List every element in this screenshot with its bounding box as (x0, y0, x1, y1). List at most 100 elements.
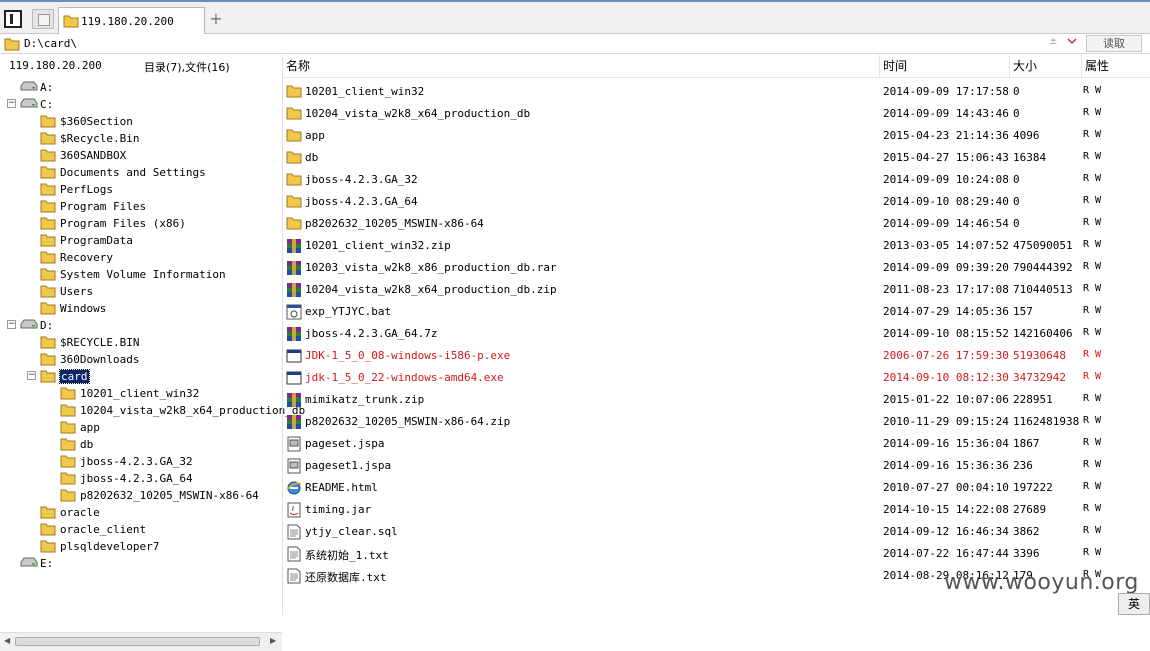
file-row[interactable]: ytjy_clear.sql 2014-09-12 16:46:34 3862 R W (283, 520, 1150, 542)
tree-item-label: $Recycle.Bin (60, 132, 140, 145)
folder-icon (60, 420, 76, 437)
tree-folder-item[interactable]: Windows (0, 300, 282, 317)
tree-drive-item[interactable]: A: (0, 79, 282, 96)
read-button[interactable]: 读取 (1086, 35, 1142, 52)
file-time: 2013-03-05 14:07:52 (883, 239, 1009, 252)
tree-folder-item[interactable]: oracle (0, 504, 282, 521)
scroll-left-icon[interactable]: ◀ (4, 636, 10, 645)
horizontal-scrollbar[interactable]: ◀ ▶ (0, 632, 282, 651)
tree-folder-item[interactable]: System Volume Information (0, 266, 282, 283)
drive-icon (20, 97, 38, 112)
tree-drive-item[interactable]: − D: (0, 317, 282, 334)
column-header-size[interactable]: 大小 (1010, 55, 1082, 77)
path-input[interactable]: D:\card\ (24, 37, 77, 50)
path-options[interactable]: ± (1047, 36, 1083, 51)
file-name: 还原数据库.txt (305, 571, 387, 584)
file-row[interactable]: pageset.jspa 2014-09-16 15:36:04 1867 R W (283, 432, 1150, 454)
scroll-right-icon[interactable]: ▶ (270, 636, 276, 645)
tree-folder-item[interactable]: $360Section (0, 113, 282, 130)
tree-folder-item[interactable]: Program Files (0, 198, 282, 215)
file-row[interactable]: JDK-1_5_0_08-windows-i586-p.exe 2006-07-2… (283, 344, 1150, 366)
tree-drive-item[interactable]: − C: (0, 96, 282, 113)
tree-folder-item[interactable]: Users (0, 283, 282, 300)
batch-file-icon (286, 304, 302, 323)
folder-icon (60, 437, 76, 454)
tree-folder-item[interactable]: − card (0, 368, 282, 385)
tree-expander-icon[interactable]: − (7, 320, 16, 329)
file-row[interactable]: 10204_vista_w2k8_x64_production_db 2014-0… (283, 102, 1150, 124)
tree-expander-icon[interactable] (7, 558, 16, 567)
file-size: 142160406 (1013, 327, 1073, 340)
scroll-thumb[interactable] (15, 637, 260, 646)
file-row[interactable]: jboss-4.2.3.GA_32 2014-09-09 10:24:08 0 R W (283, 168, 1150, 190)
column-header-time[interactable]: 时间 (880, 55, 1010, 77)
tree-folder-item[interactable]: 10204_vista_w2k8_x64_production_db (0, 402, 305, 419)
path-bar: D:\card\ ± 读取 (0, 34, 1150, 54)
file-row[interactable]: timing.jar 2014-10-15 14:22:08 27689 R W (283, 498, 1150, 520)
file-row[interactable]: 10204_vista_w2k8_x64_production_db.zip 20… (283, 278, 1150, 300)
file-row[interactable]: 10201_client_win32.zip 2013-03-05 14:07:5… (283, 234, 1150, 256)
file-row[interactable]: jdk-1_5_0_22-windows-amd64.exe 2014-09-10… (283, 366, 1150, 388)
file-row[interactable]: README.html 2010-07-27 00:04:10 197222 R W (283, 476, 1150, 498)
chevron-down-icon[interactable] (1067, 36, 1077, 46)
column-header-name[interactable]: 名称 (283, 55, 880, 77)
file-row[interactable]: pageset1.jspa 2014-09-16 15:36:36 236 R W (283, 454, 1150, 476)
file-row[interactable]: jboss-4.2.3.GA_64.7z 2014-09-10 08:15:52 1… (283, 322, 1150, 344)
file-row[interactable]: mimikatz_trunk.zip 2015-01-22 10:07:06 228… (283, 388, 1150, 410)
file-size: 228951 (1013, 393, 1053, 406)
file-row[interactable]: 10203_vista_w2k8_x86_production_db.rar 20… (283, 256, 1150, 278)
tree-folder-item[interactable]: 360Downloads (0, 351, 282, 368)
file-name: jboss-4.2.3.GA_64.7z (305, 327, 438, 340)
tree-folder-item[interactable]: jboss-4.2.3.GA_64 (0, 470, 282, 487)
tree-expander-icon[interactable]: − (27, 371, 36, 380)
tree-folder-item[interactable]: 360SANDBOX (0, 147, 282, 164)
tree-folder-item[interactable]: $Recycle.Bin (0, 130, 282, 147)
directory-tree-pane: 119.180.20.200 目录(7),文件(16) A: − C: $360Sec… (0, 55, 305, 651)
add-tab-button[interactable]: + (208, 9, 224, 28)
panel-toggle-icon[interactable] (4, 10, 22, 28)
file-size: 1162481938 (1013, 415, 1080, 428)
file-row[interactable]: jboss-4.2.3.GA_64 2014-09-10 08:29:40 0 R W (283, 190, 1150, 212)
tree-folder-item[interactable]: 10201_client_win32 (0, 385, 282, 402)
tree-folder-item[interactable]: Documents and Settings (0, 164, 282, 181)
plus-minus-icon[interactable]: ± (1049, 36, 1057, 47)
file-time: 2014-09-10 08:15:52 (883, 327, 1009, 340)
file-row[interactable]: db 2015-04-27 15:06:43 16384 R W (283, 146, 1150, 168)
tree-folder-item[interactable]: Program Files (x86) (0, 215, 282, 232)
column-header-attributes[interactable]: 属性 (1082, 55, 1150, 77)
tree-folder-item[interactable]: Recovery (0, 249, 282, 266)
host-label: 119.180.20.200 (9, 59, 102, 72)
tree-folder-item[interactable]: ProgramData (0, 232, 282, 249)
ime-indicator[interactable]: 英 (1118, 593, 1150, 615)
folder-icon (40, 148, 56, 165)
file-size: 157 (1013, 305, 1033, 318)
file-row[interactable]: p8202632_10205_MSWIN-x86-64 2014-09-09 14… (283, 212, 1150, 234)
tree-folder-item[interactable]: db (0, 436, 282, 453)
tree-folder-item[interactable]: $RECYCLE.BIN (0, 334, 282, 351)
tree-folder-item[interactable]: p8202632_10205_MSWIN-x86-64 (0, 487, 282, 504)
file-attributes: R W (1083, 195, 1102, 206)
file-size: 0 (1013, 85, 1020, 98)
tree-item-label: Recovery (60, 251, 113, 264)
file-row[interactable]: p8202632_10205_MSWIN-x86-64.zip 2010-11-2… (283, 410, 1150, 432)
file-row[interactable]: app 2015-04-23 21:14:36 4096 R W (283, 124, 1150, 146)
tree-expander-icon[interactable] (7, 82, 16, 91)
file-size: 3396 (1013, 547, 1040, 560)
tree-folder-item[interactable]: jboss-4.2.3.GA_32 (0, 453, 282, 470)
tree-folder-item[interactable]: PerfLogs (0, 181, 282, 198)
window-tab-icon[interactable] (32, 9, 54, 29)
tree-folder-item[interactable]: app (0, 419, 282, 436)
file-attributes: R W (1083, 217, 1102, 228)
generic-file-icon (286, 458, 302, 477)
file-row[interactable]: exp_YTJYC.bat 2014-07-29 14:05:36 157 R W (283, 300, 1150, 322)
tree-item-label: jboss-4.2.3.GA_64 (80, 472, 193, 485)
file-row[interactable]: 系统初始_1.txt 2014-07-22 16:47:44 3396 R W (283, 542, 1150, 564)
tree-folder-item[interactable]: oracle_client (0, 521, 282, 538)
tree-drive-item[interactable]: E: (0, 555, 282, 572)
tree-folder-item[interactable]: plsqldeveloper7 (0, 538, 282, 555)
tab-host[interactable]: 119.180.20.200 (58, 7, 205, 35)
file-row[interactable]: 10201_client_win32 2014-09-09 17:17:58 0 R … (283, 80, 1150, 102)
tree-item-label: Windows (60, 302, 107, 315)
tree-expander-icon[interactable]: − (7, 99, 16, 108)
file-time: 2015-01-22 10:07:06 (883, 393, 1009, 406)
